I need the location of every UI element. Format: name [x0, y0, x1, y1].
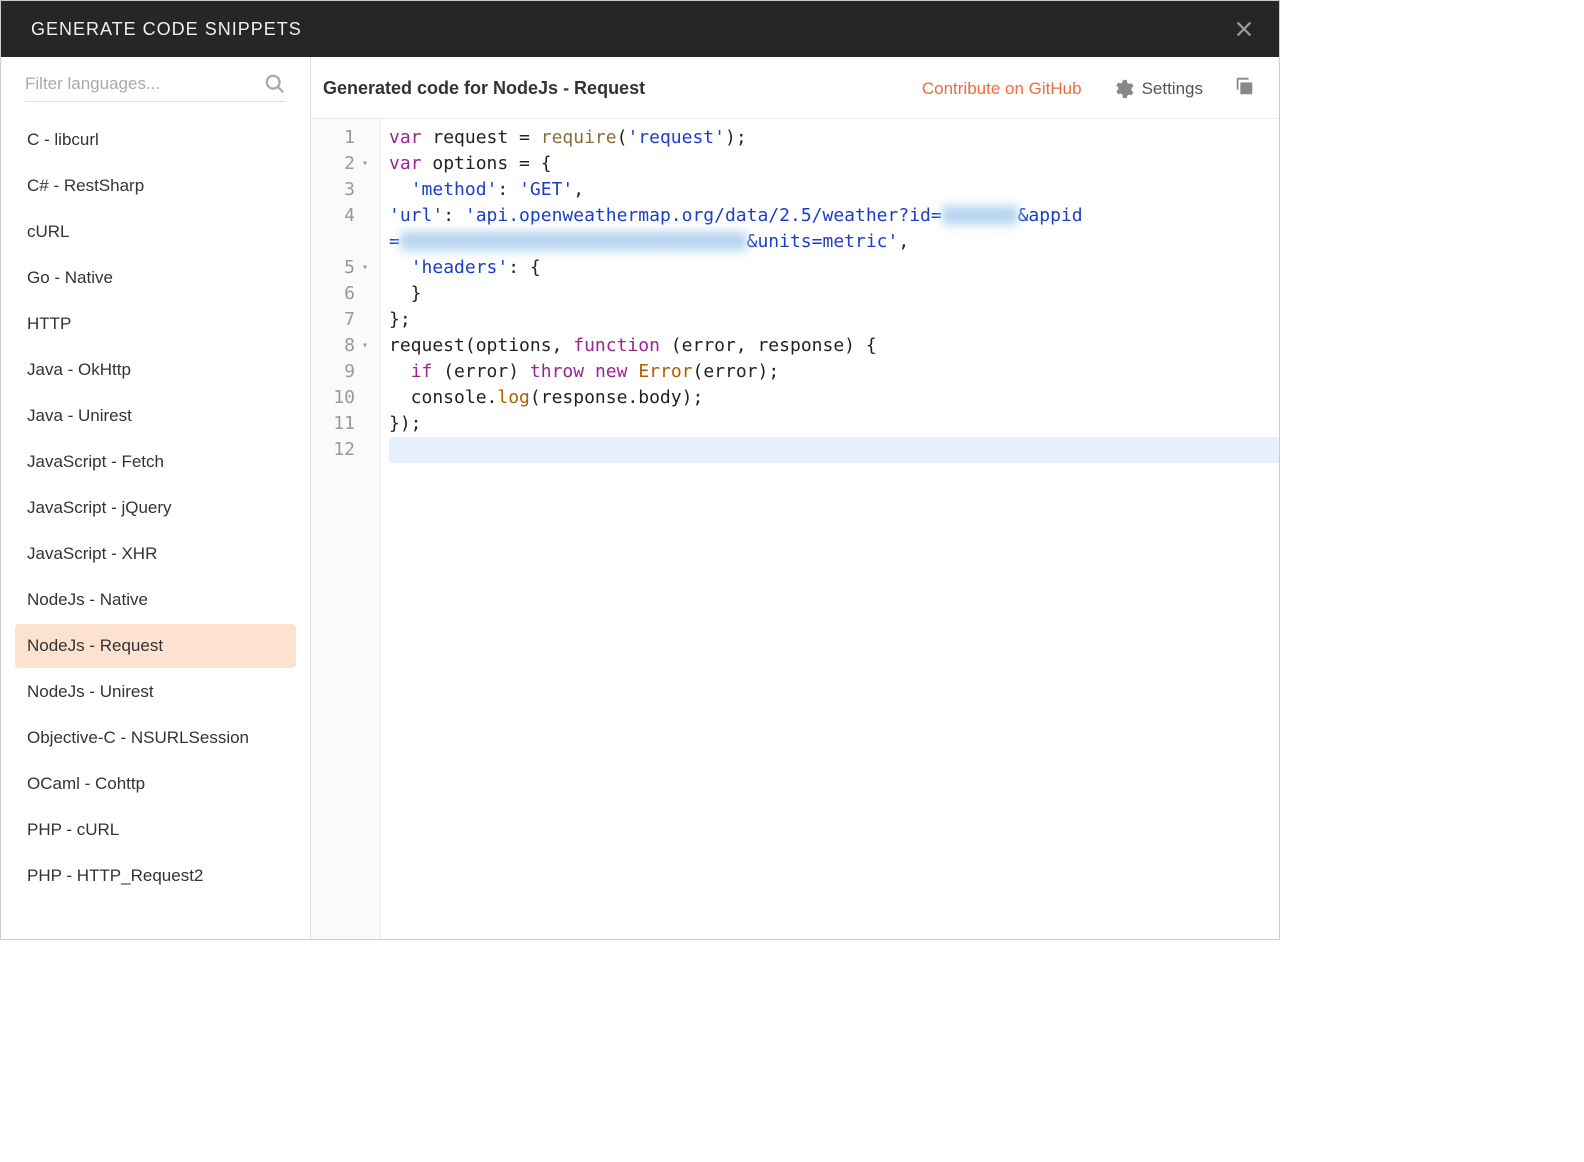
language-item[interactable]: JavaScript - jQuery [15, 486, 296, 530]
code-line: }); [389, 411, 1279, 437]
code-line: if (error) throw new Error(error); [389, 359, 1279, 385]
language-list[interactable]: C - libcurlC# - RestSharpcURLGo - Native… [1, 112, 310, 939]
language-item[interactable]: OCaml - Cohttp [15, 762, 296, 806]
gutter-line: 5▾ [311, 255, 374, 281]
code-line: 'method': 'GET', [389, 177, 1279, 203]
gutter-line: 10 [311, 385, 374, 411]
language-item[interactable]: Java - OkHttp [15, 348, 296, 392]
search-wrap [25, 73, 286, 102]
language-item[interactable]: HTTP [15, 302, 296, 346]
gutter-line: 12 [311, 437, 374, 463]
code-line: var request = require('request'); [389, 125, 1279, 151]
filter-input[interactable] [25, 74, 264, 94]
close-icon [1233, 18, 1255, 40]
language-item[interactable]: Go - Native [15, 256, 296, 300]
code-editor[interactable]: 12▾345▾678▾9101112 var request = require… [311, 119, 1279, 939]
code-line: } [389, 281, 1279, 307]
settings-button[interactable]: Settings [1112, 78, 1203, 100]
language-item[interactable]: NodeJs - Unirest [15, 670, 296, 714]
contribute-link[interactable]: Contribute on GitHub [922, 79, 1082, 99]
language-item[interactable]: NodeJs - Native [15, 578, 296, 622]
gutter-line: 3 [311, 177, 374, 203]
copy-button[interactable] [1233, 75, 1255, 102]
search-icon [264, 73, 286, 95]
language-item[interactable]: Objective-C - NSURLSession [15, 716, 296, 760]
line-gutter: 12▾345▾678▾9101112 [311, 119, 381, 939]
code-content: var request = require('request');var opt… [381, 119, 1279, 939]
gutter-line: 6 [311, 281, 374, 307]
language-item[interactable]: C# - RestSharp [15, 164, 296, 208]
title-bar: GENERATE CODE SNIPPETS [1, 1, 1279, 57]
main-header: Generated code for NodeJs - Request Cont… [311, 57, 1279, 119]
sidebar: C - libcurlC# - RestSharpcURLGo - Native… [1, 57, 311, 939]
header-actions: Contribute on GitHub Settings [922, 75, 1255, 102]
gutter-line: 11 [311, 411, 374, 437]
modal-title: GENERATE CODE SNIPPETS [31, 19, 302, 40]
copy-icon [1233, 75, 1255, 97]
gear-icon [1112, 78, 1134, 100]
language-item[interactable]: PHP - HTTP_Request2 [15, 854, 296, 898]
generated-title: Generated code for NodeJs - Request [323, 78, 645, 99]
code-line: request(options, function (error, respon… [389, 333, 1279, 359]
language-item[interactable]: JavaScript - XHR [15, 532, 296, 576]
language-item[interactable]: Java - Unirest [15, 394, 296, 438]
code-line: console.log(response.body); [389, 385, 1279, 411]
language-item[interactable]: cURL [15, 210, 296, 254]
language-item[interactable]: JavaScript - Fetch [15, 440, 296, 484]
code-line [389, 437, 1279, 463]
gutter-line: 4 [311, 203, 374, 255]
gutter-line: 7 [311, 307, 374, 333]
content: C - libcurlC# - RestSharpcURLGo - Native… [1, 57, 1279, 939]
close-button[interactable] [1229, 14, 1259, 44]
code-line: }; [389, 307, 1279, 333]
language-item[interactable]: PHP - cURL [15, 808, 296, 852]
gutter-line: 2▾ [311, 151, 374, 177]
code-line: var options = { [389, 151, 1279, 177]
code-line: 'url': 'api.openweathermap.org/data/2.5/… [389, 203, 1279, 255]
gutter-line: 9 [311, 359, 374, 385]
gutter-line: 1 [311, 125, 374, 151]
gutter-line: 8▾ [311, 333, 374, 359]
language-item[interactable]: C - libcurl [15, 118, 296, 162]
code-line: 'headers': { [389, 255, 1279, 281]
language-item[interactable]: NodeJs - Request [15, 624, 296, 668]
main-panel: Generated code for NodeJs - Request Cont… [311, 57, 1279, 939]
settings-label: Settings [1142, 79, 1203, 99]
